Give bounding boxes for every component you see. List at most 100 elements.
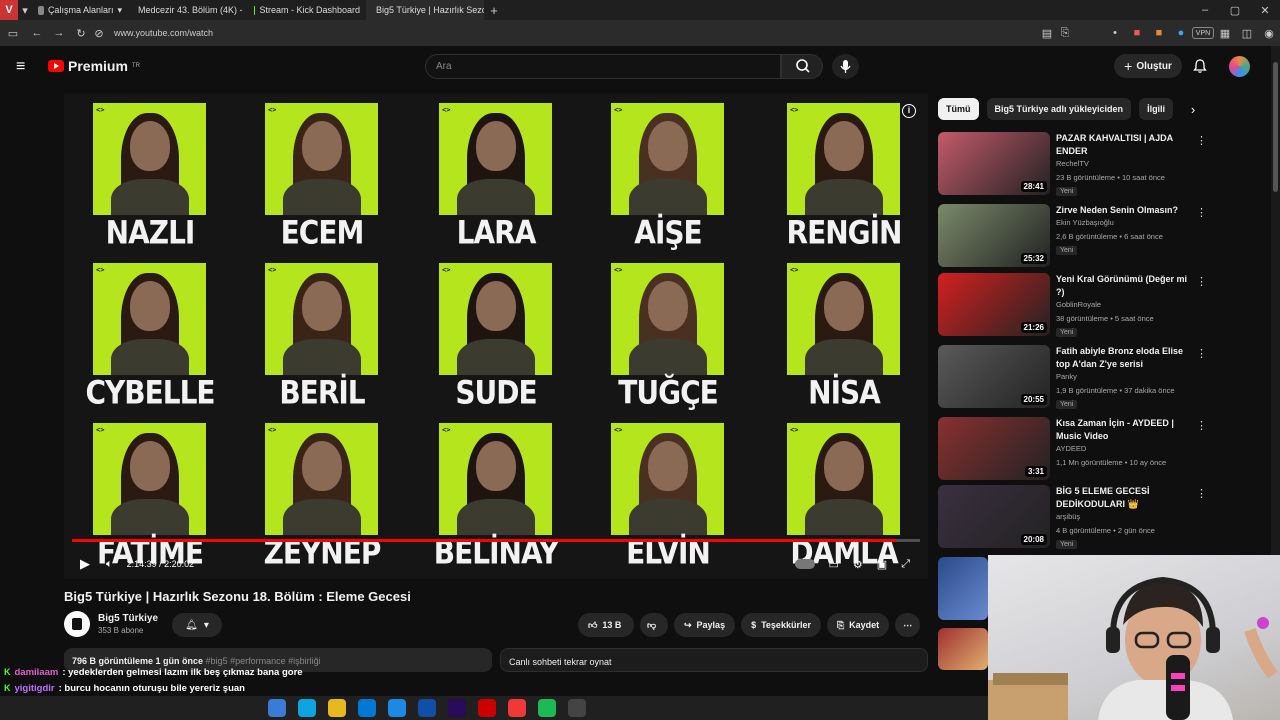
chrome-icon[interactable]: [448, 699, 466, 717]
video-thumbnail[interactable]: [938, 557, 988, 620]
extension-orange-icon[interactable]: ■: [1148, 27, 1170, 39]
extension-icon[interactable]: •: [1104, 27, 1126, 39]
account-avatar[interactable]: [1229, 56, 1250, 77]
thanks-button[interactable]: $ Teşekkürler: [741, 613, 821, 637]
channel-name[interactable]: Panky: [1056, 372, 1077, 381]
panel-icon[interactable]: ▦: [1214, 27, 1236, 40]
video-title[interactable]: Yeni Kral Görünümü (Değer mi ?): [1056, 273, 1191, 299]
recommended-video[interactable]: 20:08 BİG 5 ELEME GECESİ DEDİKODULARI 👑 ar…: [938, 485, 1208, 549]
volume-icon[interactable]: 🔈︎: [106, 558, 113, 571]
channel-name[interactable]: GoblinRoyale: [1056, 300, 1101, 309]
scrollbar-thumb[interactable]: [1273, 62, 1278, 192]
tab-workspaces[interactable]: Çalışma Alanları ▾: [32, 0, 128, 20]
info-icon[interactable]: i: [902, 104, 916, 118]
recommended-video[interactable]: 21:26 Yeni Kral Görünümü (Değer mi ?) Gobl…: [938, 273, 1208, 337]
video-thumbnail[interactable]: 20:55: [938, 345, 1050, 408]
dislike-button[interactable]: 👎︎: [640, 613, 668, 637]
extension-blue-icon[interactable]: ●: [1170, 27, 1192, 39]
channel-name[interactable]: AYDEED: [1056, 444, 1086, 453]
premiere-icon[interactable]: [478, 699, 496, 717]
outlook-icon[interactable]: [418, 699, 436, 717]
video-thumbnail[interactable]: 21:26: [938, 273, 1050, 336]
opera-icon[interactable]: [508, 699, 526, 717]
video-title[interactable]: Zirve Neden Senin Olmasın?: [1056, 204, 1191, 217]
chevron-down-icon[interactable]: ▾: [18, 4, 32, 17]
autoplay-toggle[interactable]: [794, 559, 815, 569]
chip-all[interactable]: Tümü: [938, 98, 979, 120]
vpn-badge[interactable]: VPN: [1192, 27, 1214, 39]
notifications-bell-icon[interactable]: [1192, 58, 1208, 74]
chip-related[interactable]: İlgili: [1139, 98, 1174, 120]
copilot-icon[interactable]: [298, 699, 316, 717]
spotify-icon[interactable]: [568, 699, 586, 717]
back-icon[interactable]: ←: [26, 27, 48, 39]
recommended-video[interactable]: 25:32 Zirve Neden Senin Olmasın? Ekin Yüzb…: [938, 204, 1208, 268]
search-input[interactable]: Ara: [425, 54, 781, 79]
youtube-logo[interactable]: Premium TR: [48, 58, 140, 74]
create-button[interactable]: + Oluştur: [1114, 54, 1182, 78]
channel-name[interactable]: RechelTV: [1056, 159, 1089, 168]
video-thumbnail[interactable]: 25:32: [938, 204, 1050, 267]
share-button[interactable]: ↪ Paylaş: [674, 613, 736, 637]
subscription-bell-button[interactable]: 🔔︎ ▾: [172, 613, 222, 637]
reload-icon[interactable]: ↻: [70, 27, 92, 40]
maximize-icon[interactable]: ▢: [1220, 4, 1250, 17]
video-thumbnail[interactable]: 3:31: [938, 417, 1050, 480]
tiles-icon[interactable]: ◫: [1236, 27, 1258, 40]
video-title[interactable]: PAZAR KAHVALTISI | AJDA ENDER: [1056, 132, 1191, 158]
settings-gear-icon[interactable]: ⚙: [853, 558, 863, 571]
video-thumbnail[interactable]: 28:41: [938, 132, 1050, 195]
new-tab-icon[interactable]: +: [484, 3, 504, 18]
reader-icon[interactable]: ▤: [1038, 27, 1056, 40]
more-vert-icon[interactable]: ⋮: [1196, 206, 1207, 219]
video-title[interactable]: BİG 5 ELEME GECESİ DEDİKODULARI 👑: [1056, 485, 1191, 511]
tab-kick-dashboard[interactable]: Stream - Kick Dashboard: [248, 0, 366, 20]
more-vert-icon[interactable]: ⋮: [1196, 419, 1207, 432]
page-scrollbar[interactable]: [1271, 46, 1280, 555]
recommended-video[interactable]: 28:41 PAZAR KAHVALTISI | AJDA ENDER Rechel…: [938, 132, 1208, 196]
channel-name[interactable]: arşibüş: [1056, 512, 1080, 521]
progress-bar[interactable]: [72, 539, 920, 542]
video-title[interactable]: Fatih abiyle Bronz eloda Elise top A'dan…: [1056, 345, 1191, 371]
forward-icon[interactable]: →: [48, 27, 70, 39]
task-view-icon[interactable]: [268, 699, 286, 717]
miniplayer-icon[interactable]: ▣: [877, 558, 887, 571]
video-thumbnail[interactable]: 20:08: [938, 485, 1050, 548]
channel-avatar[interactable]: [64, 611, 90, 637]
vivaldi-menu-icon[interactable]: V: [0, 0, 18, 20]
hamburger-menu-icon[interactable]: ≡: [16, 58, 25, 76]
more-vert-icon[interactable]: ⋮: [1196, 275, 1207, 288]
chevron-right-icon[interactable]: ›: [1181, 102, 1205, 117]
chip-from-uploader[interactable]: Big5 Türkiye adlı yükleyiciden: [986, 98, 1132, 120]
vivaldi-icon[interactable]: [538, 699, 556, 717]
more-actions-button[interactable]: ⋯: [895, 613, 921, 637]
search-button[interactable]: [781, 54, 823, 79]
profile-icon[interactable]: ◉: [1258, 27, 1280, 40]
recommended-video[interactable]: 3:31 Kısa Zaman İçin - AYDEED | Music Vid…: [938, 417, 1208, 481]
voice-search-button[interactable]: [832, 54, 859, 79]
close-icon[interactable]: ✕: [1250, 4, 1280, 17]
more-vert-icon[interactable]: ⋮: [1196, 487, 1207, 500]
channel-name[interactable]: Big5 Türkiye: [98, 613, 158, 624]
url-field[interactable]: www.youtube.com/watch: [114, 28, 213, 38]
video-title[interactable]: Kısa Zaman İçin - AYDEED | Music Video: [1056, 417, 1191, 443]
tab-big5[interactable]: Big5 Türkiye | Hazırlık Sezo: [366, 0, 484, 20]
tab-medcezir[interactable]: Medcezir 43. Bölüm (4K) -: [128, 0, 248, 20]
bookmark-icon[interactable]: ⎘: [1056, 27, 1074, 40]
channel-name[interactable]: Ekin Yüzbaşıoğlu: [1056, 218, 1114, 227]
like-button[interactable]: 👍︎ 13 B: [578, 613, 634, 637]
edge-icon[interactable]: [328, 699, 346, 717]
file-explorer-icon[interactable]: [358, 699, 376, 717]
recommended-video[interactable]: 20:55 Fatih abiyle Bronz eloda Elise top …: [938, 345, 1208, 409]
site-info-icon[interactable]: ⊘: [92, 27, 106, 40]
extension-red-icon[interactable]: ■: [1126, 27, 1148, 39]
video-player[interactable]: <> NAZLI <> ECEM <> LARA <> AİŞE <> RENGİN <> CYBEL…: [64, 94, 928, 579]
more-vert-icon[interactable]: ⋮: [1196, 134, 1207, 147]
store-icon[interactable]: [388, 699, 406, 717]
save-button[interactable]: ⎘ Kaydet: [826, 613, 890, 637]
chevron-down-icon[interactable]: ▾: [117, 5, 122, 16]
fullscreen-icon[interactable]: ⤢: [901, 558, 910, 571]
minimize-icon[interactable]: –: [1190, 4, 1220, 16]
play-icon[interactable]: ▶: [80, 556, 90, 572]
more-vert-icon[interactable]: ⋮: [1196, 347, 1207, 360]
